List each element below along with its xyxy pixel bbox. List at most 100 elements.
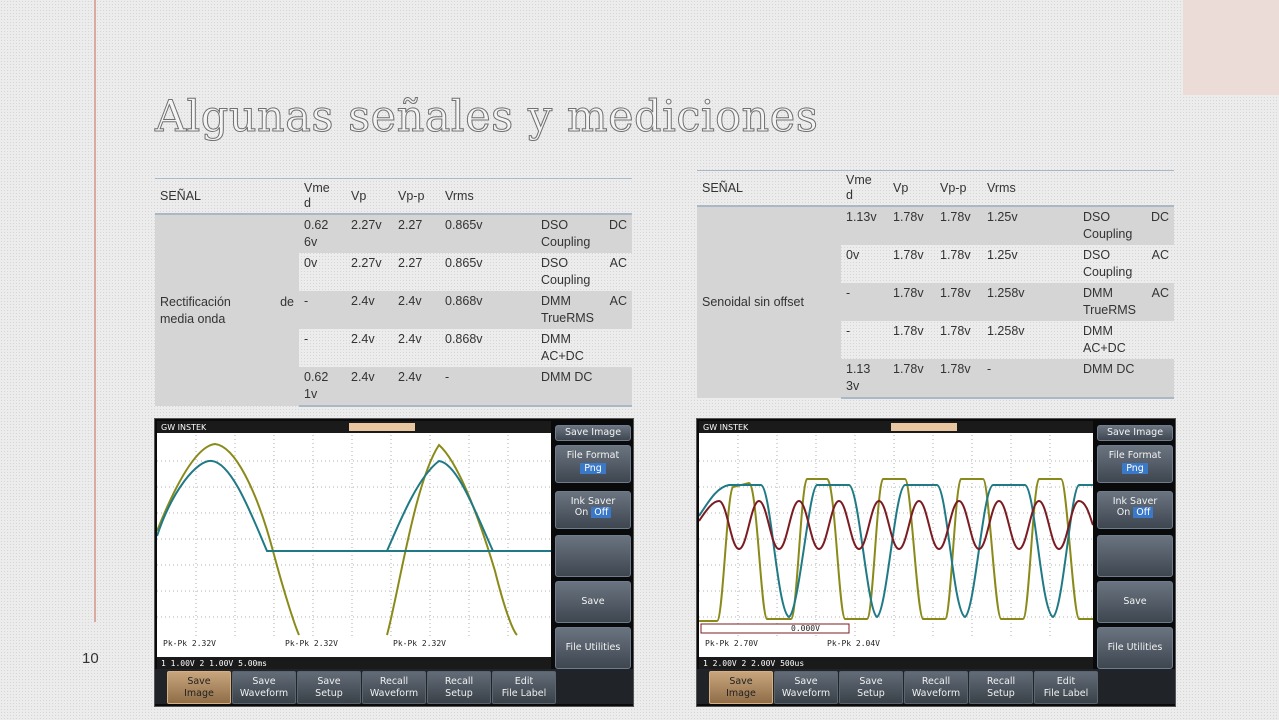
save-button[interactable]: Save <box>1097 581 1173 623</box>
table-header-row: SEÑAL Vme d Vp Vp-p Vrms <box>155 178 632 215</box>
save-waveform-button[interactable]: Save Waveform <box>774 671 838 704</box>
header-vp: Vp <box>346 178 393 215</box>
save-setup-button[interactable]: Save Setup <box>297 671 361 704</box>
cell-vp: 1.78v <box>893 324 924 338</box>
cell-note: DSO DC Coupling <box>536 214 632 253</box>
left-accent-line <box>94 0 96 622</box>
save-setup-button[interactable]: Save Setup <box>839 671 903 704</box>
cell-vmed: 1.13 3v <box>841 359 888 399</box>
ch2-trace <box>157 459 551 552</box>
cell-vrms: 1.25v <box>987 248 1018 262</box>
cell-vp: 2.4v <box>346 291 393 329</box>
file-utilities-button[interactable]: File Utilities <box>1097 627 1173 669</box>
cell-vrms: 1.258v <box>987 324 1025 338</box>
signal-name-cell: Rectificación de media onda <box>155 214 299 406</box>
save-button[interactable]: Save <box>555 581 631 623</box>
header-vmed: Vme d <box>841 170 888 207</box>
cell-note: DMM DC <box>536 367 632 407</box>
cell-vpp: 2.4v <box>398 332 422 346</box>
save-image-button[interactable]: Save Image <box>709 671 773 704</box>
meas-1: Pk-Pk 2.70V <box>705 639 758 648</box>
cell-note: DMM DC <box>1078 359 1174 399</box>
cell-vrms: 0.868v <box>445 332 483 346</box>
marker-readout: 0.000V <box>791 624 820 633</box>
blank-button[interactable] <box>555 535 631 577</box>
cell-note: DSO DC Coupling <box>1078 206 1174 245</box>
cell-note: DSO AC Coupling <box>541 256 627 287</box>
file-format-button[interactable]: File Format Png <box>555 445 631 483</box>
recall-waveform-button[interactable]: Recall Waveform <box>904 671 968 704</box>
cell-vrms: 0.865v <box>440 214 536 253</box>
cell-vpp: 1.78v <box>935 283 982 321</box>
signal-name-cell: Senoidal sin offset <box>697 206 841 398</box>
cell-vrms: 1.258v <box>982 283 1078 321</box>
scope-plot: GW INSTEK 0.000V Pk-Pk 2.70V Pk-Pk 2.04V <box>699 421 1093 669</box>
meas-1: Pk-Pk 2.32V <box>163 639 216 648</box>
slide-title: Algunas señales y mediciones <box>154 92 819 143</box>
corner-accent <box>1183 0 1279 95</box>
brand-label: GW INSTEK <box>703 423 749 432</box>
cell-vp: 1.78v <box>888 206 935 245</box>
page-number: 10 <box>82 650 99 667</box>
table-row: Rectificación de media onda 0.62 6v 2.27v … <box>155 214 632 406</box>
measurements-table-left: SEÑAL Vme d Vp Vp-p Vrms Rectificación de … <box>155 178 632 407</box>
recall-setup-button[interactable]: Recall Setup <box>427 671 491 704</box>
header-signal: SEÑAL <box>697 170 841 207</box>
cell-vmed: - <box>846 324 851 338</box>
cell-vp: 1.78v <box>888 283 935 321</box>
blank-button[interactable] <box>1097 535 1173 577</box>
cell-vmed: - <box>841 283 888 321</box>
cell-vpp: 1.78v <box>935 206 982 245</box>
ch1-trace <box>157 442 518 636</box>
header-vmed: Vme d <box>299 178 346 215</box>
scope-bottom-menu: Save Image Save Waveform Save Setup Reca… <box>155 669 633 704</box>
cell-vp: 1.78v <box>888 359 935 399</box>
cell-vpp: 2.27 <box>393 214 440 253</box>
save-image-button[interactable]: Save Image <box>167 671 231 704</box>
cell-vmed: 1.13v <box>841 206 888 245</box>
cell-vp: 2.4v <box>346 367 393 407</box>
recall-waveform-button[interactable]: Recall Waveform <box>362 671 426 704</box>
header-vrms: Vrms <box>440 178 536 215</box>
cell-vp: 1.78v <box>893 248 924 262</box>
cell-vrms: - <box>440 367 536 407</box>
cell-vp: 2.4v <box>351 332 375 346</box>
scope-side-menu: Save Image File Format Png Ink Saver On … <box>553 421 633 679</box>
save-waveform-button[interactable]: Save Waveform <box>232 671 296 704</box>
cell-vpp: 1.78v <box>935 359 982 399</box>
header-vp: Vp <box>888 170 935 207</box>
file-format-button[interactable]: File Format Png <box>1097 445 1173 483</box>
cell-vp: 2.27v <box>351 256 382 270</box>
oscilloscope-screenshot-right: GW INSTEK 0.000V Pk-Pk 2.70V Pk-Pk 2.04V <box>696 418 1176 707</box>
edit-file-label-button[interactable]: Edit File Label <box>492 671 556 704</box>
cell-vrms: - <box>982 359 1078 399</box>
ink-saver-button[interactable]: Ink Saver On Off <box>555 491 631 529</box>
cell-vpp: 1.78v <box>940 324 971 338</box>
oscilloscope-screenshot-left: GW INSTEK Pk-Pk 2.32V Pk-Pk 2.32V Pk-Pk … <box>154 418 634 707</box>
file-utilities-button[interactable]: File Utilities <box>555 627 631 669</box>
cell-note: DSO AC Coupling <box>1083 248 1169 279</box>
cell-vpp: 1.78v <box>940 248 971 262</box>
scope-screen: GW INSTEK Pk-Pk 2.32V Pk-Pk 2.32V Pk-Pk … <box>157 421 551 669</box>
ink-saver-button[interactable]: Ink Saver On Off <box>1097 491 1173 529</box>
cell-vp: 2.27v <box>346 214 393 253</box>
save-image-title: Save Image <box>1097 425 1173 441</box>
scope-side-menu: Save Image File Format Png Ink Saver On … <box>1095 421 1175 679</box>
cell-note: DMM AC TrueRMS <box>1078 283 1174 321</box>
meas-3: Pk-Pk 2.32V <box>393 639 446 648</box>
cell-vmed: - <box>299 291 346 329</box>
cell-vpp: 2.4v <box>393 291 440 329</box>
save-image-title: Save Image <box>555 425 631 441</box>
table-header-row: SEÑAL Vme d Vp Vp-p Vrms <box>697 170 1174 207</box>
scope-bottom-menu: Save Image Save Waveform Save Setup Reca… <box>697 669 1175 704</box>
recall-setup-button[interactable]: Recall Setup <box>969 671 1033 704</box>
meas-2: Pk-Pk 2.32V <box>285 639 338 648</box>
header-notes <box>1078 170 1174 207</box>
status-line: 1 2.00V 2 2.00V 500us <box>703 659 804 668</box>
cell-vmed: 0.62 6v <box>299 214 346 253</box>
table-row: Senoidal sin offset 1.13v 1.78v 1.78v 1.… <box>697 206 1174 398</box>
header-vrms: Vrms <box>982 170 1078 207</box>
edit-file-label-button[interactable]: Edit File Label <box>1034 671 1098 704</box>
meas-2: Pk-Pk 2.04V <box>827 639 880 648</box>
cell-vrms: 1.25v <box>982 206 1078 245</box>
